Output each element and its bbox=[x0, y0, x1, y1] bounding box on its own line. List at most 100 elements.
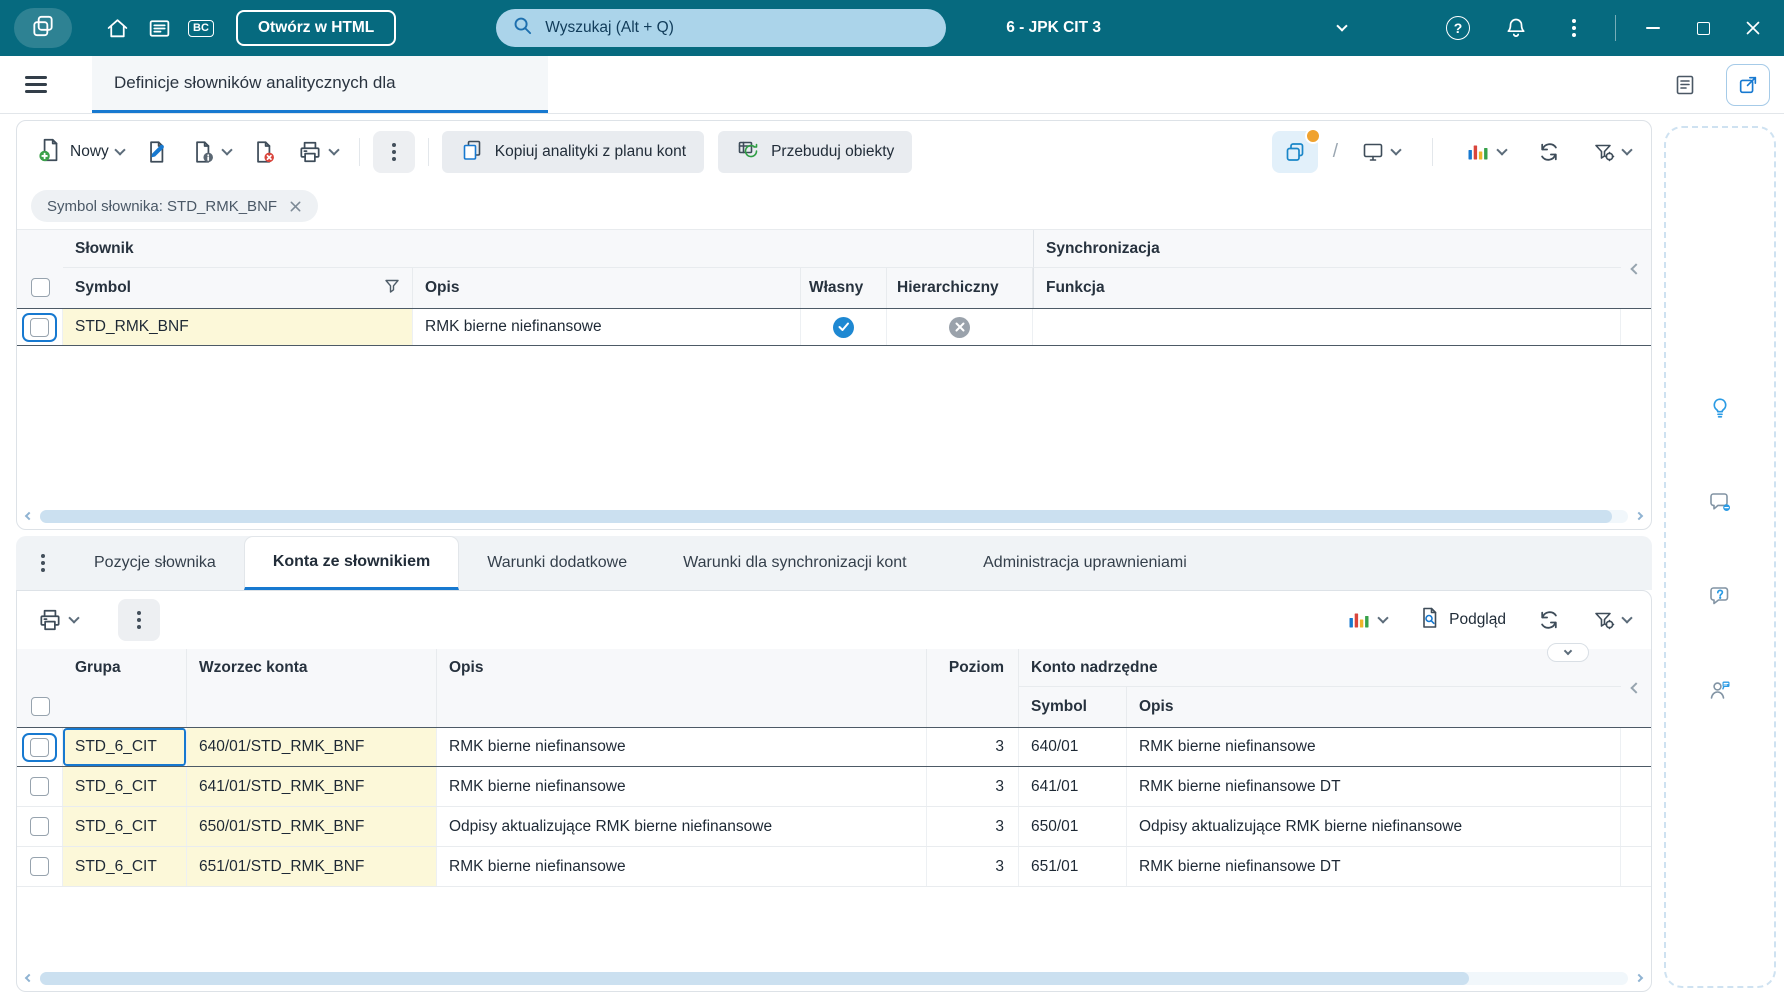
maximize-button[interactable] bbox=[1686, 11, 1720, 45]
copy-analytics-button[interactable]: Kopiuj analityki z planu kont bbox=[441, 131, 705, 173]
edit-document-icon[interactable] bbox=[136, 131, 178, 173]
delete-document-icon[interactable] bbox=[243, 131, 285, 173]
cell-poziom[interactable]: 3 bbox=[927, 847, 1019, 886]
cell-wzorzec-konta[interactable]: 640/01/STD_RMK_BNF bbox=[187, 728, 437, 766]
notes-panel-icon[interactable] bbox=[1664, 64, 1706, 106]
cell-wzorzec-konta[interactable]: 641/01/STD_RMK_BNF bbox=[187, 767, 437, 806]
row-checkbox[interactable] bbox=[30, 777, 49, 796]
column-group-synchronizacja[interactable]: Synchronizacja bbox=[1033, 230, 1621, 268]
bc-module-icon[interactable]: BC bbox=[180, 6, 222, 50]
cell-poziom[interactable]: 3 bbox=[927, 767, 1019, 806]
column-header-nadrzedne-opis[interactable]: Opis bbox=[1127, 687, 1621, 727]
scrollbar-track[interactable] bbox=[40, 509, 1628, 523]
column-group-konto-nadrzedne[interactable]: Konto nadrzędne bbox=[1019, 649, 1621, 687]
cell-grupa[interactable]: STD_6_CIT bbox=[63, 807, 187, 846]
column-nav-prev-icon[interactable] bbox=[1621, 230, 1651, 308]
row-checkbox[interactable] bbox=[30, 857, 49, 876]
more-actions-kebab-icon[interactable] bbox=[372, 131, 415, 173]
view-settings-icon[interactable] bbox=[1584, 599, 1639, 641]
scrollbar-thumb[interactable] bbox=[40, 509, 1613, 523]
collapse-panel-icon[interactable] bbox=[1547, 643, 1589, 662]
open-in-html-button[interactable]: Otwórz w HTML bbox=[236, 10, 397, 46]
table-row[interactable]: STD_6_CIT 641/01/STD_RMK_BNF RMK bierne … bbox=[17, 767, 1651, 807]
cell-nadrzedne-symbol[interactable]: 640/01 bbox=[1019, 728, 1127, 766]
search-input[interactable]: Wyszukaj (Alt + Q) bbox=[496, 9, 947, 47]
filter-chip-symbol[interactable]: Symbol słownika: STD_RMK_BNF bbox=[31, 190, 319, 222]
cell-grupa[interactable]: STD_6_CIT bbox=[63, 767, 187, 806]
analysis-chart-icon[interactable] bbox=[1457, 131, 1514, 173]
table-row[interactable]: STD_6_CIT 640/01/STD_RMK_BNF RMK bierne … bbox=[17, 727, 1651, 767]
column-header-wlasny[interactable]: Własny bbox=[801, 268, 887, 308]
scroll-right-icon[interactable] bbox=[1631, 970, 1647, 986]
view-settings-icon[interactable] bbox=[1584, 131, 1639, 173]
cell-opis[interactable]: RMK bierne niefinansowe bbox=[437, 728, 927, 766]
help-icon[interactable]: ? bbox=[1437, 6, 1479, 50]
menu-icon[interactable] bbox=[14, 56, 58, 113]
cell-opis[interactable]: RMK bierne niefinansowe bbox=[437, 847, 927, 886]
tab-pozycje-slownika[interactable]: Pozycje słownika bbox=[66, 536, 244, 590]
column-header-opis[interactable]: Opis bbox=[437, 649, 927, 727]
close-button[interactable] bbox=[1736, 11, 1770, 45]
table-row[interactable]: STD_6_CIT 651/01/STD_RMK_BNF RMK bierne … bbox=[17, 847, 1651, 887]
close-icon[interactable] bbox=[289, 200, 302, 213]
chat-icon[interactable] bbox=[1702, 484, 1738, 520]
app-logo[interactable] bbox=[14, 8, 72, 48]
scroll-left-icon[interactable] bbox=[21, 508, 37, 524]
scrollbar-track[interactable] bbox=[40, 971, 1628, 985]
cell-opis[interactable]: Odpisy aktualizujące RMK bierne niefinan… bbox=[437, 807, 927, 846]
cell-nadrzedne-opis[interactable]: RMK bierne niefinansowe DT bbox=[1127, 847, 1621, 886]
help-chat-icon[interactable] bbox=[1702, 578, 1738, 614]
context-selector[interactable]: 6 - JPK CIT 3 bbox=[998, 19, 1354, 37]
cell-grupa[interactable]: STD_6_CIT bbox=[63, 728, 187, 766]
cell-opis[interactable]: RMK bierne niefinansowe bbox=[413, 309, 801, 345]
filter-funnel-icon[interactable] bbox=[384, 278, 400, 299]
column-nav-prev-icon[interactable] bbox=[1621, 649, 1651, 727]
refresh-icon[interactable] bbox=[1529, 599, 1569, 641]
cell-nadrzedne-symbol[interactable]: 650/01 bbox=[1019, 807, 1127, 846]
cell-nadrzedne-opis[interactable]: Odpisy aktualizujące RMK bierne niefinan… bbox=[1127, 807, 1621, 846]
cell-opis[interactable]: RMK bierne niefinansowe bbox=[437, 767, 927, 806]
cell-hierarchiczny[interactable] bbox=[887, 309, 1033, 345]
tab-definicje-slownikow[interactable]: Definicje słowników analitycznych dla bbox=[92, 56, 548, 113]
window-view-icon[interactable] bbox=[1353, 131, 1408, 173]
news-icon[interactable] bbox=[138, 6, 180, 50]
table-row[interactable]: STD_6_CIT 650/01/STD_RMK_BNF Odpisy aktu… bbox=[17, 807, 1651, 847]
row-checkbox[interactable] bbox=[30, 317, 49, 337]
column-group-slownik[interactable]: Słownik bbox=[63, 230, 1033, 268]
row-checkbox[interactable] bbox=[30, 817, 49, 836]
tab-warunki-dodatkowe[interactable]: Warunki dodatkowe bbox=[459, 536, 655, 590]
open-external-icon[interactable] bbox=[1726, 63, 1770, 106]
row-checkbox[interactable] bbox=[30, 737, 49, 757]
cell-nadrzedne-opis[interactable]: RMK bierne niefinansowe bbox=[1127, 728, 1621, 766]
home-icon[interactable] bbox=[96, 6, 138, 50]
column-header-hierarchiczny[interactable]: Hierarchiczny bbox=[887, 268, 1033, 308]
minimize-button[interactable] bbox=[1636, 11, 1670, 45]
tab-administracja-uprawnieniami[interactable]: Administracja uprawnieniami bbox=[955, 536, 1236, 590]
cell-wlasny[interactable] bbox=[801, 309, 887, 345]
notifications-bell-icon[interactable] bbox=[1495, 6, 1537, 50]
cell-poziom[interactable]: 3 bbox=[927, 728, 1019, 766]
contact-person-icon[interactable] bbox=[1702, 672, 1738, 708]
cell-wzorzec-konta[interactable]: 651/01/STD_RMK_BNF bbox=[187, 847, 437, 886]
table-row[interactable]: STD_RMK_BNF RMK bierne niefinansowe bbox=[17, 308, 1651, 346]
column-header-poziom[interactable]: Poziom bbox=[927, 649, 1019, 727]
related-objects-icon[interactable] bbox=[1271, 128, 1321, 173]
scroll-left-icon[interactable] bbox=[21, 970, 37, 986]
tabs-kebab-icon[interactable] bbox=[20, 536, 66, 590]
cell-poziom[interactable]: 3 bbox=[927, 807, 1019, 846]
print-icon[interactable] bbox=[29, 599, 86, 641]
rebuild-objects-button[interactable]: Przebuduj obiekty bbox=[718, 131, 913, 173]
cell-wzorzec-konta[interactable]: 650/01/STD_RMK_BNF bbox=[187, 807, 437, 846]
column-header-nadrzedne-symbol[interactable]: Symbol bbox=[1019, 687, 1127, 727]
analysis-chart-icon[interactable] bbox=[1338, 599, 1395, 641]
new-button[interactable]: Nowy bbox=[29, 131, 132, 173]
column-header-opis[interactable]: Opis bbox=[413, 268, 801, 308]
column-header-wzorzec-konta[interactable]: Wzorzec konta bbox=[187, 649, 437, 727]
select-all-checkbox[interactable] bbox=[30, 278, 50, 297]
cell-grupa[interactable]: STD_6_CIT bbox=[63, 847, 187, 886]
suggestions-bulb-icon[interactable] bbox=[1702, 390, 1738, 426]
column-header-grupa[interactable]: Grupa bbox=[63, 649, 187, 727]
scroll-right-icon[interactable] bbox=[1631, 508, 1647, 524]
cell-funkcja[interactable] bbox=[1033, 309, 1621, 345]
scrollbar-thumb[interactable] bbox=[40, 971, 1470, 985]
